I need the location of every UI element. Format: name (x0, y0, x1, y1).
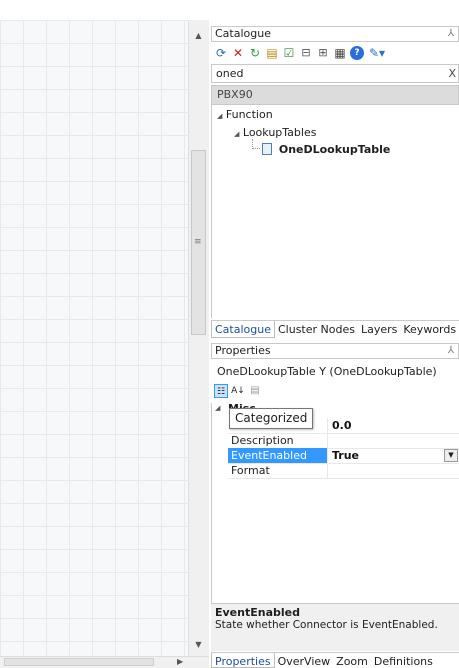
design-canvas[interactable] (0, 20, 188, 656)
tab-cluster-nodes[interactable]: Cluster Nodes (275, 321, 358, 338)
catalogue-group-header[interactable]: PBX90 (211, 85, 459, 105)
tree-node-lookuptables[interactable]: ◢ LookupTables (234, 126, 316, 141)
column-divider (327, 418, 328, 478)
catalogue-search-input[interactable]: oned X (211, 64, 459, 83)
tree-node-onedlookuptable[interactable]: OneDLookupTable (262, 143, 390, 157)
tab-zoom[interactable]: Zoom (333, 653, 371, 668)
scroll-up-icon[interactable]: ▲ (191, 31, 206, 40)
group-label: PBX90 (217, 88, 253, 101)
property-row-selected[interactable]: EventEnabled True ▼ (213, 448, 459, 463)
properties-title: Properties (215, 344, 271, 357)
alphabetical-sort-icon[interactable]: A↓ (231, 384, 245, 398)
catalogue-tree: ◢ Function ◢ LookupTables OneDLookupTabl… (211, 105, 459, 318)
grip-icon: ≡ (194, 237, 202, 247)
options-dropdown-icon[interactable]: ✎▾ (367, 46, 387, 60)
catalogue-header: Catalogue ⅄ (211, 26, 459, 42)
screen: ▲ ≡ ▼ ▶ Catalogue ⅄ ⟳ ✕ ↻ ▤ ☑ ⊟ ⊞ ▦ ? ✎▾… (0, 0, 459, 668)
refresh-tree-icon[interactable]: ⟳ (214, 46, 228, 60)
selected-object-combo[interactable]: OneDLookupTable Y (OneDLookupTable) (211, 361, 459, 377)
property-row[interactable]: Description (213, 433, 459, 448)
check-icon[interactable]: ☑ (282, 46, 296, 60)
help-icon[interactable]: ? (350, 46, 364, 60)
properties-tabs: Properties OverView Zoom Definitions (211, 652, 459, 668)
properties-toolbar: ☷ A↓ ▤ (211, 382, 459, 400)
tree-node-function[interactable]: ◢ Function (217, 108, 273, 123)
expand-arrow-icon[interactable]: ◢ (234, 130, 239, 138)
expand-all-icon[interactable]: ⊞ (316, 46, 330, 60)
tab-layers[interactable]: Layers (358, 321, 400, 338)
grid-divider (228, 478, 459, 479)
expand-arrow-icon[interactable]: ◢ (217, 112, 222, 120)
tab-keywords[interactable]: Keywords (400, 321, 459, 338)
help-description: State whether Connector is EventEnabled. (215, 619, 438, 631)
tab-overview[interactable]: OverView (275, 653, 334, 668)
pin-icon[interactable]: ⅄ (448, 344, 454, 358)
tab-definitions[interactable]: Definitions (371, 653, 436, 668)
pin-icon[interactable]: ⅄ (448, 27, 454, 41)
property-help-panel: EventEnabled State whether Connector is … (211, 603, 459, 651)
vertical-scrollbar[interactable] (188, 20, 209, 656)
property-pages-icon[interactable]: ▤ (248, 384, 262, 398)
value-dropdown-icon[interactable]: ▼ (444, 449, 458, 462)
categorized-icon[interactable]: ☷ (214, 384, 228, 398)
categorized-tooltip: Categorized (229, 408, 314, 429)
reload-icon[interactable]: ↻ (248, 46, 262, 60)
horizontal-scroll-thumb[interactable] (4, 658, 154, 666)
property-row[interactable]: Format (213, 463, 459, 478)
catalogue-toolbar: ⟳ ✕ ↻ ▤ ☑ ⊟ ⊞ ▦ ? ✎▾ (211, 44, 459, 62)
top-strip (0, 0, 459, 20)
search-value: oned (216, 67, 244, 80)
catalogue-tabs: Catalogue Cluster Nodes Layers Keywords (211, 320, 459, 338)
properties-header: Properties ⅄ (211, 343, 459, 359)
table-icon (262, 143, 272, 155)
collapse-all-icon[interactable]: ⊟ (299, 46, 313, 60)
import-icon[interactable]: ▤ (265, 46, 279, 60)
tab-catalogue[interactable]: Catalogue (211, 321, 275, 338)
scroll-down-icon[interactable]: ▼ (191, 640, 206, 649)
help-title: EventEnabled (215, 606, 300, 619)
category-collapse-icon[interactable]: ◢ (215, 404, 220, 412)
catalogue-title: Catalogue (215, 27, 271, 40)
delete-icon[interactable]: ✕ (231, 46, 245, 60)
tree-connector (252, 139, 260, 149)
clear-search-icon[interactable]: X (448, 65, 456, 82)
tab-properties[interactable]: Properties (211, 653, 275, 668)
selected-object-name: OneDLookupTable Y (OneDLookupTable) (217, 365, 437, 377)
library-icon[interactable]: ▦ (333, 46, 347, 60)
scroll-right-icon[interactable]: ▶ (177, 657, 183, 666)
